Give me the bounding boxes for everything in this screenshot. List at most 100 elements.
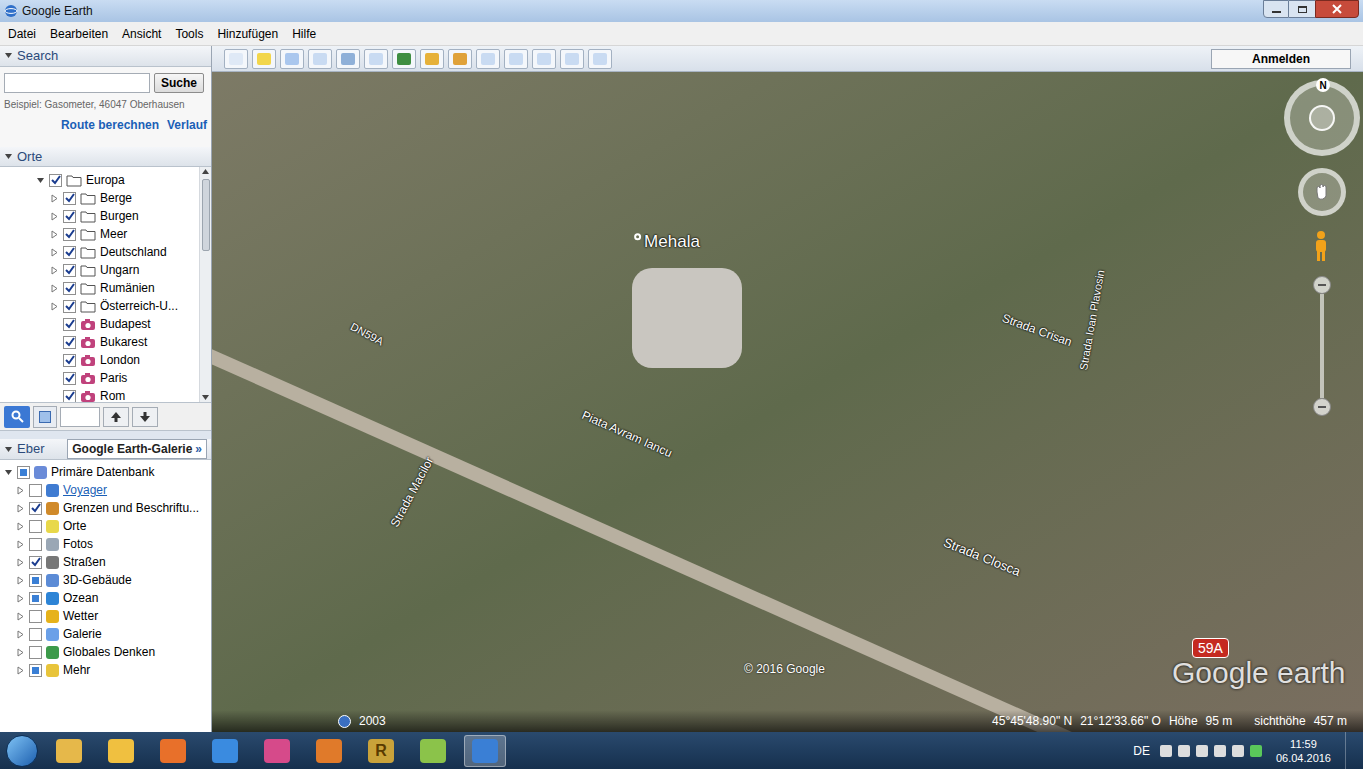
checkbox[interactable] bbox=[29, 484, 42, 497]
zoom-slider[interactable] bbox=[1312, 276, 1332, 416]
expand-icon[interactable] bbox=[16, 504, 25, 513]
language-indicator[interactable]: DE bbox=[1133, 742, 1150, 760]
taskbar-app[interactable] bbox=[48, 735, 90, 767]
taskbar-app[interactable] bbox=[204, 735, 246, 767]
menu-item[interactable]: Datei bbox=[2, 25, 42, 43]
expand-icon[interactable] bbox=[50, 248, 59, 257]
expand-icon[interactable] bbox=[50, 194, 59, 203]
scroll-up-icon[interactable] bbox=[202, 169, 209, 174]
collapse-icon[interactable] bbox=[4, 152, 13, 161]
taskbar-app[interactable] bbox=[100, 735, 142, 767]
move-down-button[interactable] bbox=[132, 407, 158, 427]
zoom-in-icon[interactable] bbox=[1313, 276, 1331, 294]
place-item[interactable]: Bukarest bbox=[0, 333, 199, 351]
search-link[interactable]: Route berechnen bbox=[61, 116, 159, 134]
collapse-icon[interactable] bbox=[4, 51, 13, 60]
taskbar-app[interactable] bbox=[412, 735, 454, 767]
place-item[interactable]: Deutschland bbox=[0, 243, 199, 261]
checkbox[interactable] bbox=[63, 336, 76, 349]
taskbar-app[interactable]: R bbox=[360, 735, 402, 767]
expand-icon[interactable] bbox=[16, 594, 25, 603]
search-button[interactable]: Suche bbox=[154, 73, 204, 93]
layer-item[interactable]: Orte bbox=[0, 517, 211, 535]
layer-item[interactable]: Straßen bbox=[0, 553, 211, 571]
place-item[interactable]: Europa bbox=[0, 171, 199, 189]
checkbox[interactable] bbox=[49, 174, 62, 187]
checkbox[interactable] bbox=[29, 646, 42, 659]
taskbar-app[interactable] bbox=[152, 735, 194, 767]
toolbar-button[interactable] bbox=[280, 49, 304, 69]
tray-icon[interactable] bbox=[1250, 745, 1262, 757]
expand-icon[interactable] bbox=[16, 486, 25, 495]
menu-item[interactable]: Tools bbox=[169, 25, 209, 43]
place-item[interactable]: Budapest bbox=[0, 315, 199, 333]
toolbar-button[interactable] bbox=[504, 49, 528, 69]
toolbar-button[interactable] bbox=[448, 49, 472, 69]
checkbox[interactable] bbox=[63, 264, 76, 277]
signin-button[interactable]: Anmelden bbox=[1211, 49, 1351, 69]
show-desktop-button[interactable] bbox=[1345, 732, 1357, 769]
layer-item[interactable]: Wetter bbox=[0, 607, 211, 625]
expand-icon[interactable] bbox=[16, 630, 25, 639]
checkbox[interactable] bbox=[29, 610, 42, 623]
checkbox[interactable] bbox=[63, 210, 76, 223]
checkbox[interactable] bbox=[29, 556, 42, 569]
taskbar-app[interactable] bbox=[256, 735, 298, 767]
expand-icon[interactable] bbox=[16, 576, 25, 585]
map-view[interactable]: MehalaDN59APiata Avram IancuStrada Crisa… bbox=[212, 72, 1363, 732]
place-item[interactable]: Rom bbox=[0, 387, 199, 402]
toolbar-button[interactable] bbox=[532, 49, 556, 69]
place-item[interactable]: Meer bbox=[0, 225, 199, 243]
start-button[interactable] bbox=[6, 735, 38, 767]
expand-icon[interactable] bbox=[50, 266, 59, 275]
gallery-button[interactable]: Google Earth-Galerie» bbox=[67, 439, 207, 459]
layer-item[interactable]: Grenzen und Beschriftu... bbox=[0, 499, 211, 517]
toolbar-button[interactable] bbox=[252, 49, 276, 69]
checkbox[interactable] bbox=[63, 228, 76, 241]
minimize-button[interactable] bbox=[1263, 0, 1289, 18]
toolbar-button[interactable] bbox=[392, 49, 416, 69]
checkbox[interactable] bbox=[17, 466, 30, 479]
toolbar-button[interactable] bbox=[588, 49, 612, 69]
checkbox[interactable] bbox=[63, 372, 76, 385]
layer-item[interactable]: Ozean bbox=[0, 589, 211, 607]
close-button[interactable] bbox=[1315, 0, 1359, 18]
place-item[interactable]: Paris bbox=[0, 369, 199, 387]
layer-item[interactable]: Fotos bbox=[0, 535, 211, 553]
checkbox[interactable] bbox=[63, 300, 76, 313]
panel-toggle-button[interactable] bbox=[33, 406, 57, 428]
scroll-thumb[interactable] bbox=[202, 179, 210, 251]
search-places-button[interactable] bbox=[4, 406, 30, 428]
place-item[interactable]: Rumänien bbox=[0, 279, 199, 297]
layer-item[interactable]: Galerie bbox=[0, 625, 211, 643]
checkbox[interactable] bbox=[29, 502, 42, 515]
layer-item[interactable]: 3D-Gebäude bbox=[0, 571, 211, 589]
expand-icon[interactable] bbox=[50, 302, 59, 311]
menu-item[interactable]: Bearbeiten bbox=[44, 25, 114, 43]
tray-icon[interactable] bbox=[1214, 745, 1226, 757]
checkbox[interactable] bbox=[29, 592, 42, 605]
toolbar-button[interactable] bbox=[224, 49, 248, 69]
move-control[interactable] bbox=[1298, 168, 1346, 216]
panel-header[interactable]: Orte bbox=[0, 147, 211, 168]
checkbox[interactable] bbox=[63, 390, 76, 403]
checkbox[interactable] bbox=[29, 538, 42, 551]
clock[interactable]: 11:5906.04.2016 bbox=[1272, 737, 1335, 765]
checkbox[interactable] bbox=[63, 246, 76, 259]
expand-icon[interactable] bbox=[16, 558, 25, 567]
pegman-icon[interactable] bbox=[1312, 230, 1330, 262]
expand-icon[interactable] bbox=[50, 284, 59, 293]
expand-icon[interactable] bbox=[16, 540, 25, 549]
place-item[interactable]: Ungarn bbox=[0, 261, 199, 279]
layer-item[interactable]: Voyager bbox=[0, 481, 211, 499]
taskbar-app[interactable] bbox=[308, 735, 350, 767]
expand-icon[interactable] bbox=[16, 666, 25, 675]
tray-icon[interactable] bbox=[1232, 745, 1244, 757]
toolbar-button[interactable] bbox=[336, 49, 360, 69]
place-item[interactable]: Berge bbox=[0, 189, 199, 207]
expand-icon[interactable] bbox=[16, 612, 25, 621]
checkbox[interactable] bbox=[29, 520, 42, 533]
expand-icon[interactable] bbox=[16, 648, 25, 657]
expand-icon[interactable] bbox=[36, 176, 45, 185]
menu-item[interactable]: Hinzufügen bbox=[211, 25, 284, 43]
